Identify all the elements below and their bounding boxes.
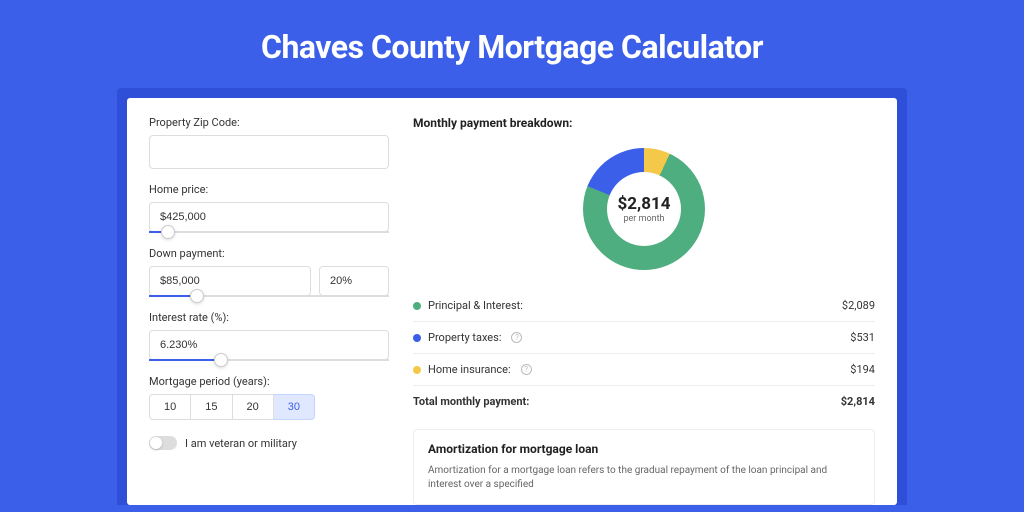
home-price-slider[interactable] [149,231,389,233]
interest-rate-slider-fill [149,359,221,361]
down-payment-slider-thumb[interactable] [190,289,204,303]
legend: Principal & Interest: $2,089 Property taxe… [413,290,875,417]
down-payment-pct-input[interactable] [319,266,389,296]
legend-label: Principal & Interest: [428,299,523,312]
breakdown-title: Monthly payment breakdown: [413,116,875,130]
mortgage-period-label: Mortgage period (years): [149,375,389,388]
info-icon[interactable]: ? [511,332,522,343]
zip-input[interactable] [149,135,389,169]
veteran-label: I am veteran or military [185,437,297,450]
legend-left: Principal & Interest: [413,299,523,312]
legend-total-label: Total monthly payment: [413,395,529,408]
legend-row: Home insurance:? $194 [413,353,875,385]
home-price-group: Home price: [149,183,389,233]
breakdown-column: Monthly payment breakdown: $2,814 per mo… [413,116,875,505]
interest-rate-slider-thumb[interactable] [214,353,228,367]
info-icon[interactable]: ? [521,364,532,375]
mortgage-period-btn-30[interactable]: 30 [274,394,315,420]
calculator-card: Property Zip Code: Home price: Down paym… [127,98,897,505]
legend-label: Home insurance: [428,363,511,376]
mortgage-period-btn-15[interactable]: 15 [191,394,232,420]
interest-rate-group: Interest rate (%): [149,311,389,361]
amortization-title: Amortization for mortgage loan [428,442,860,456]
donut-wrap: $2,814 per month [413,142,875,286]
mortgage-period-btn-20[interactable]: 20 [233,394,274,420]
mortgage-period-group: Mortgage period (years): 10152030 [149,375,389,420]
donut-sublabel: per month [623,214,664,224]
amortization-card: Amortization for mortgage loan Amortizat… [413,429,875,505]
legend-value: $2,089 [842,299,875,312]
calculator-card-outer: Property Zip Code: Home price: Down paym… [117,88,907,505]
mortgage-period-btn-10[interactable]: 10 [149,394,191,420]
legend-total-value: $2,814 [841,395,875,408]
interest-rate-input[interactable] [149,330,389,360]
legend-value: $194 [850,363,875,376]
interest-rate-slider[interactable] [149,359,389,361]
swatch-icon [413,302,421,310]
amortization-text: Amortization for a mortgage loan refers … [428,464,860,492]
mortgage-period-buttons: 10152030 [149,394,389,420]
legend-value: $531 [850,331,875,344]
legend-row: Principal & Interest: $2,089 [413,290,875,321]
swatch-icon [413,366,421,374]
legend-left: Home insurance:? [413,363,532,376]
legend-left: Property taxes:? [413,331,522,344]
swatch-icon [413,334,421,342]
donut-value: $2,814 [618,194,671,214]
down-payment-label: Down payment: [149,247,389,260]
legend-total-row: Total monthly payment: $2,814 [413,385,875,417]
donut-chart: $2,814 per month [583,148,705,270]
zip-label: Property Zip Code: [149,116,389,129]
home-price-input[interactable] [149,202,389,232]
veteran-row: I am veteran or military [149,436,389,450]
page-title: Chaves County Mortgage Calculator [0,0,1024,88]
donut-center: $2,814 per month [583,148,705,270]
legend-row: Property taxes:? $531 [413,321,875,353]
down-payment-group: Down payment: [149,247,389,297]
form-column: Property Zip Code: Home price: Down paym… [149,116,389,505]
home-price-label: Home price: [149,183,389,196]
home-price-slider-thumb[interactable] [161,225,175,239]
veteran-toggle[interactable] [149,436,177,450]
down-payment-input[interactable] [149,266,311,296]
zip-group: Property Zip Code: [149,116,389,169]
legend-label: Property taxes: [428,331,501,344]
down-payment-slider[interactable] [149,295,389,297]
interest-rate-label: Interest rate (%): [149,311,389,324]
